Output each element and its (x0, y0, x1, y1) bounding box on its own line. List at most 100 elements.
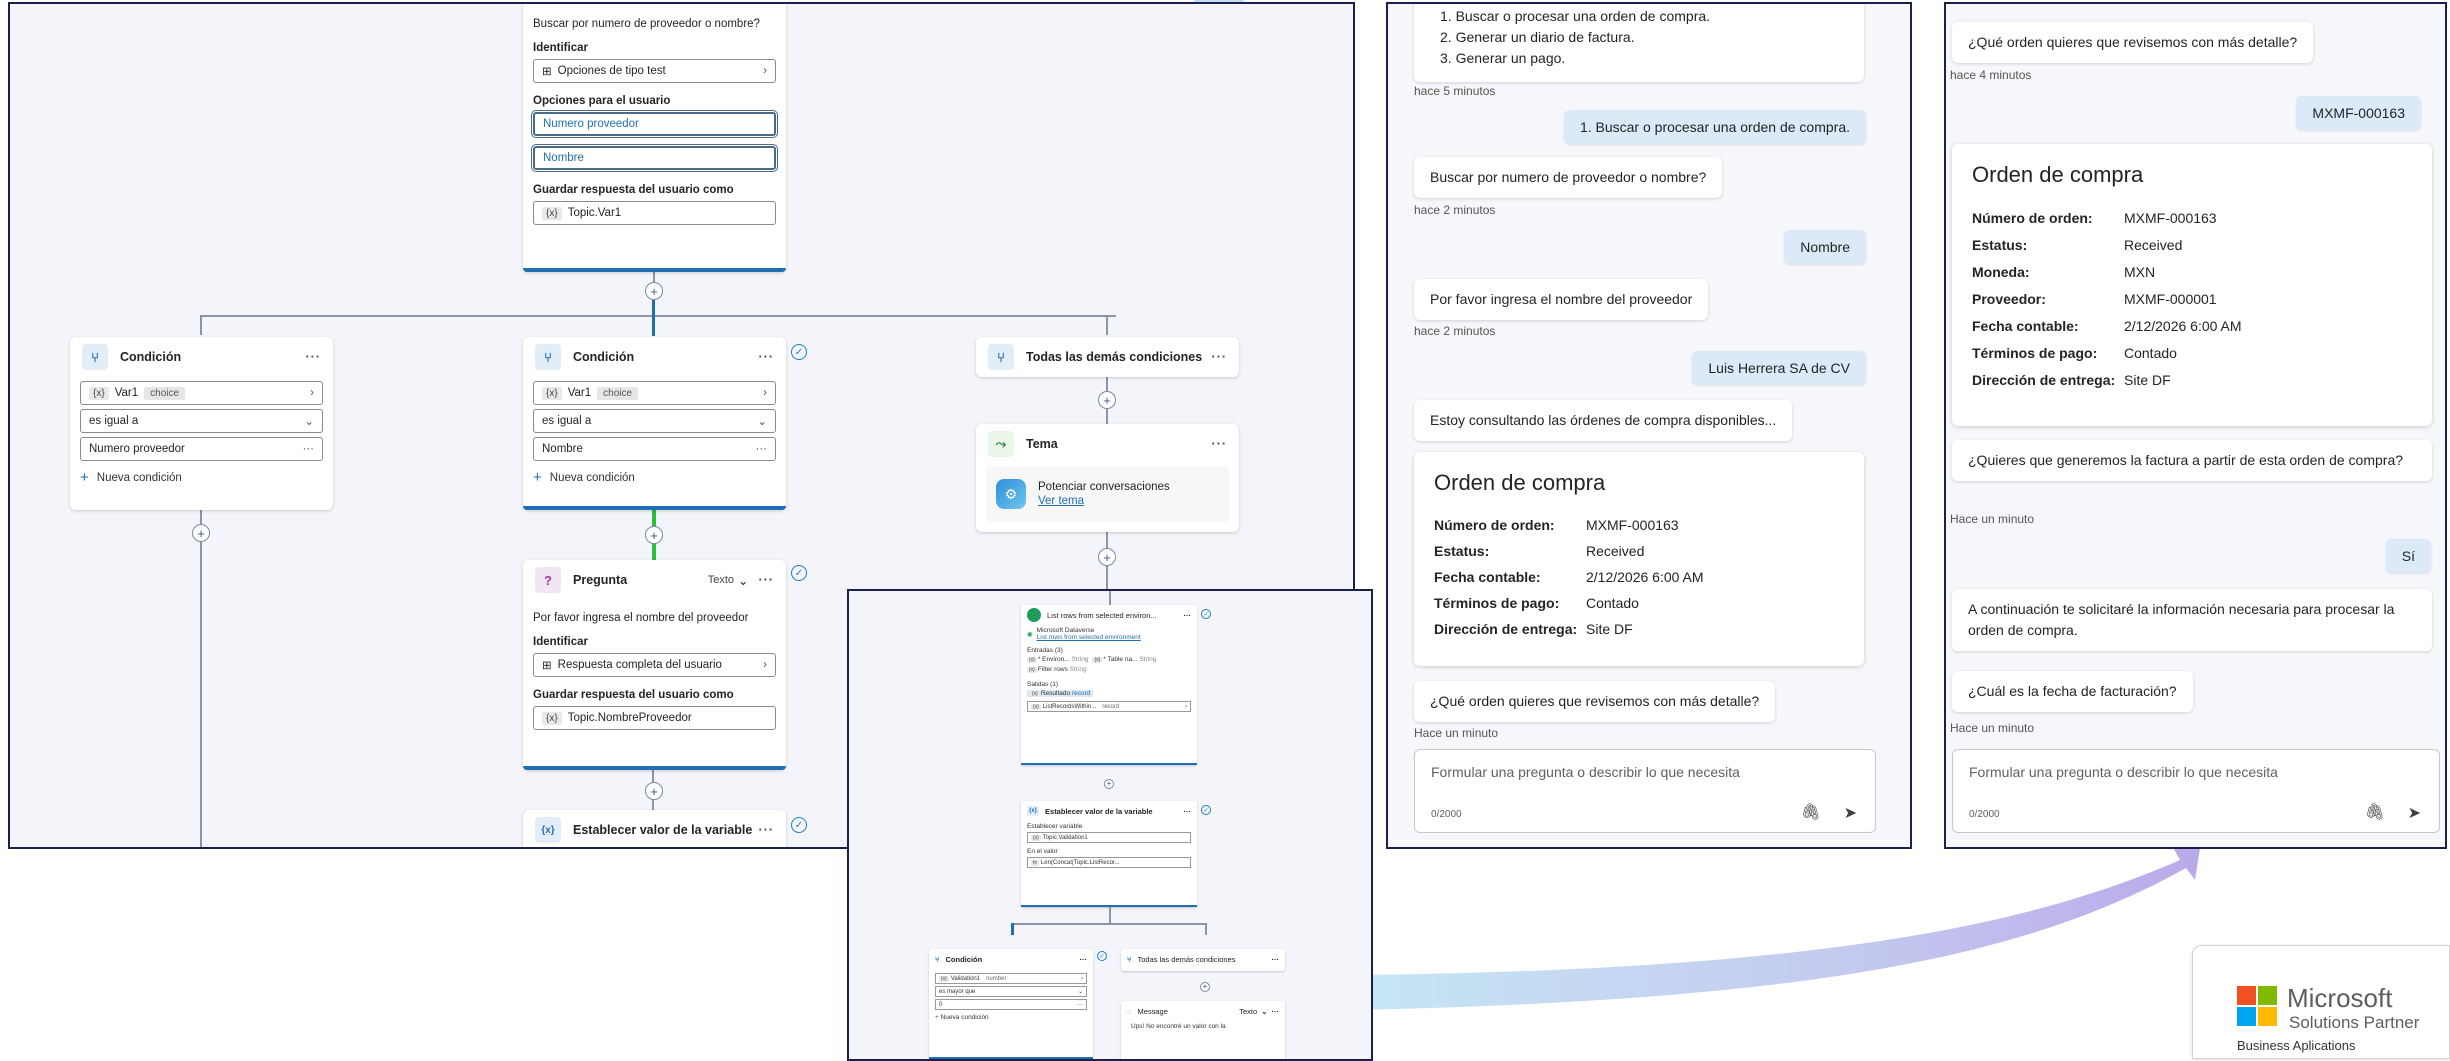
connector (1011, 923, 1207, 925)
add-node-button[interactable]: + (645, 782, 663, 800)
card-row: Estatus: Received (1434, 543, 1645, 559)
more-options-icon[interactable]: ··· (1212, 350, 1228, 364)
redirect-icon: ⤳ (988, 431, 1014, 457)
set-variable-mini-node[interactable]: {x} Establecer valor de la variable ··· Es… (1021, 801, 1197, 907)
topic-name: Potenciar conversaciones (1038, 481, 1170, 493)
chat-panel-2[interactable]: ¿Qué orden quieres que revisemos con más… (1944, 2, 2447, 849)
condition-node-left[interactable]: ⑂ Condición ··· {x} Var1 choice › es igual a ⌄… (70, 337, 333, 510)
field-label: En el valor (1027, 848, 1058, 855)
more-icon[interactable]: ··· (756, 443, 768, 455)
partner-designation: Business Aplications (2237, 1038, 2356, 1053)
condition-value[interactable]: Numero proveedor ··· (80, 437, 323, 461)
condition-node-middle[interactable]: ⑂ Condición ··· {x} Var1 choice › es igual a ⌄… (523, 337, 786, 510)
identify-select[interactable]: ⊞ Opciones de tipo test › (533, 59, 776, 83)
condition-value[interactable]: Nombre ··· (533, 437, 776, 461)
add-node-button[interactable]: + (192, 524, 210, 542)
condition-operator[interactable]: es mayor que ⌄ (935, 986, 1087, 997)
list-rows-node[interactable]: List rows from selected environ... ··· ◉ M… (1021, 605, 1197, 765)
chevron-right-icon: › (763, 659, 767, 671)
condition-mini-node[interactable]: ⑂ Condición ··· {x} Validation1 number › es m… (929, 949, 1093, 1059)
send-icon[interactable]: ➤ (2408, 803, 2421, 823)
topic-node[interactable]: ⤳ Tema ··· ⚙ Potenciar conversaciones Ver … (976, 424, 1239, 532)
chat-input[interactable]: Formular una pregunta o describir lo que… (1952, 749, 2440, 833)
branch-icon: ⑂ (1127, 954, 1132, 964)
question-node-top[interactable]: Buscar por numero de proveedor o nombre?… (523, 4, 786, 272)
more-options-icon[interactable]: ··· (1212, 437, 1228, 451)
chevron-down-icon: ⌄ (757, 416, 767, 428)
add-node-button[interactable]: + (1200, 982, 1210, 992)
condition-value[interactable]: 0 ··· (935, 999, 1087, 1010)
inputs-label: Entradas (3) (1027, 647, 1063, 654)
action-link[interactable]: List rows from selected environment (1037, 634, 1141, 641)
output-token: {x} Resultado record (1027, 690, 1191, 697)
more-options-icon[interactable]: ··· (1272, 955, 1280, 964)
user-message: 1. Buscar o procesar una orden de compra… (1563, 110, 1866, 144)
option-input-2[interactable]: Nombre (531, 144, 778, 172)
more-options-icon[interactable]: ··· (1184, 611, 1192, 620)
card-row: Dirección de entrega: Site DF (1434, 621, 1633, 637)
more-options-icon[interactable]: ··· (1184, 807, 1192, 816)
options-label: Opciones para el usuario (533, 95, 671, 107)
more-options-icon[interactable]: ··· (759, 823, 775, 837)
card-row: Número de orden: MXMF-000163 (1434, 517, 1679, 533)
check-icon: ✓ (791, 565, 807, 581)
question-prompt: Por favor ingresa el nombre del proveedo… (533, 612, 749, 624)
condition-variable[interactable]: {x} Var1 choice › (533, 381, 776, 405)
identify-select[interactable]: ⊞ Respuesta completa del usuario › (533, 653, 776, 677)
question-node[interactable]: ? Pregunta Texto ⌄ ··· Por favor ingresa el … (523, 560, 786, 770)
condition-operator[interactable]: es igual a ⌄ (533, 409, 776, 433)
view-topic-link[interactable]: Ver tema (1038, 495, 1170, 507)
bot-message: ¿Qué orden quieres que revisemos con más… (1414, 681, 1776, 722)
chevron-down-icon[interactable]: ⌄ (738, 573, 748, 588)
new-condition-button[interactable]: + Nueva condición (533, 469, 776, 486)
new-condition-button[interactable]: + Nueva condición (935, 1014, 1087, 1021)
more-icon[interactable]: ··· (303, 443, 315, 455)
branch-icon: ⑂ (82, 344, 108, 370)
save-variable-field[interactable]: {x} Topic.NombreProveedor (533, 706, 776, 730)
add-node-button[interactable]: + (1104, 779, 1114, 789)
condition-operator[interactable]: es igual a ⌄ (80, 409, 323, 433)
bot-message: A continuación te solicitaré la informac… (1952, 589, 2432, 651)
flow-overlay-panel[interactable]: List rows from selected environ... ··· ◉ M… (847, 589, 1373, 1061)
variable-icon: {x} (89, 386, 109, 400)
add-node-button[interactable]: + (1098, 548, 1116, 566)
save-label: Guardar respuesta del usuario como (533, 689, 734, 701)
add-node-button[interactable]: + (645, 526, 663, 544)
variable-field[interactable]: {x} Topic.Validation1 (1027, 832, 1191, 843)
timestamp: Hace un minuto (1414, 726, 1499, 740)
plus-icon: + (80, 469, 89, 486)
send-icon[interactable]: ➤ (1844, 803, 1857, 823)
connector-name: Microsoft Dataverse (1036, 627, 1095, 634)
question-type[interactable]: Texto (708, 574, 734, 586)
more-options-icon[interactable]: ··· (759, 350, 775, 364)
output-field[interactable]: {x} ListRecordsWithin... record › (1027, 701, 1191, 712)
dataverse-logo-icon: ◉ (1027, 631, 1033, 638)
more-options-icon[interactable]: ··· (759, 573, 775, 587)
attach-icon[interactable]: 🖇 (2365, 802, 2385, 822)
more-options-icon[interactable]: ··· (306, 350, 322, 364)
add-node-button[interactable]: + (645, 282, 663, 300)
message-mini-node[interactable]: ◌ Message Texto ⌄ ··· Ups! No encontré un va… (1121, 1001, 1285, 1059)
partner-badge: Microsoft Solutions Partner Business Apl… (2192, 945, 2450, 1059)
more-options-icon[interactable]: ··· (1080, 955, 1088, 964)
card-row: Número de orden: MXMF-000163 (1972, 209, 2217, 226)
condition-variable[interactable]: {x} Var1 choice › (80, 381, 323, 405)
new-condition-button[interactable]: + Nueva condición (80, 469, 323, 486)
save-variable-field[interactable]: {x} Topic.Var1 (533, 201, 776, 225)
condition-node-other[interactable]: ⑂ Todas las demás condiciones ··· (976, 337, 1239, 377)
other-conditions-mini-node[interactable]: ⑂ Todas las demás condiciones ··· (1121, 949, 1285, 971)
identify-label: Identificar (533, 636, 588, 648)
value-field[interactable]: fx Len(Concat(Topic.ListRecor... (1027, 857, 1191, 868)
attach-icon[interactable]: 🖇 (1801, 802, 1821, 822)
message-icon: ◌ (1127, 1006, 1132, 1016)
more-options-icon[interactable]: ··· (1272, 1007, 1280, 1016)
option-input-1[interactable]: Numero proveedor (531, 110, 778, 138)
set-variable-node[interactable]: {x} Establecer valor de la variable ··· (523, 810, 786, 847)
brand-name: Microsoft (2287, 983, 2393, 1013)
chat-input[interactable]: Formular una pregunta o describir lo que… (1414, 749, 1876, 833)
selected-bar (523, 766, 786, 770)
add-node-button[interactable]: + (1098, 391, 1116, 409)
condition-variable[interactable]: {x} Validation1 number › (935, 973, 1087, 984)
bot-message: Estoy consultando las órdenes de compra … (1414, 400, 1793, 441)
chat-panel-1[interactable]: 1. Buscar o procesar una orden de compra… (1386, 2, 1912, 849)
